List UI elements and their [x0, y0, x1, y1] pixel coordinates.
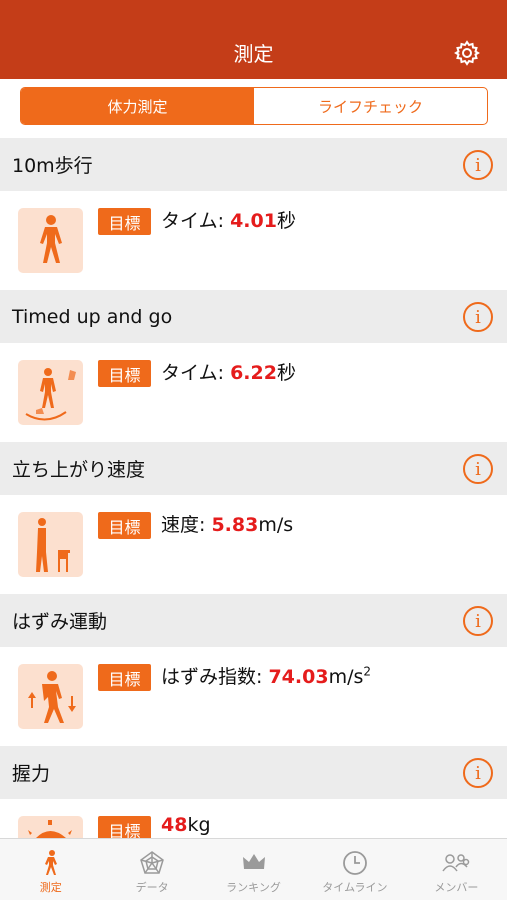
target-badge: 目標: [98, 208, 151, 235]
section-header-10m-walk: 10m歩行 i: [0, 138, 507, 191]
tab-ranking[interactable]: ランキング: [203, 839, 304, 900]
section-title: 10m歩行: [12, 155, 93, 177]
clock-icon: [343, 851, 367, 875]
target-badge: 目標: [98, 360, 151, 387]
person-standing-chair-icon: [18, 512, 83, 577]
section-row-bounce-exercise[interactable]: 目標 はずみ指数: 74.03m/s2: [0, 647, 507, 746]
target-badge: 目標: [98, 664, 151, 691]
section-title: Timed up and go: [12, 305, 173, 328]
tab-data[interactable]: データ: [101, 839, 202, 900]
metric-text: 48kg: [161, 814, 211, 836]
section-header-stand-up-speed: 立ち上がり速度 i: [0, 442, 507, 495]
metric-value: 74.03: [268, 666, 329, 688]
page-title: 測定: [233, 42, 274, 66]
metric-unit: 秒: [276, 210, 296, 232]
gear-icon[interactable]: [454, 40, 480, 66]
info-icon[interactable]: i: [463, 606, 493, 636]
metric-value: 6.22: [230, 362, 277, 384]
metric-text: 速度: 5.83m/s: [161, 510, 293, 537]
tab-label: ランキング: [226, 881, 281, 894]
info-icon[interactable]: i: [463, 150, 493, 180]
bottom-tab-bar: 測定 データ ランキング タイムライン メンバー: [0, 838, 507, 900]
section-header-timed-up-and-go: Timed up and go i: [0, 290, 507, 343]
metric-value: 48: [161, 814, 188, 836]
tab-label: 測定: [39, 881, 62, 894]
section-header-bounce-exercise: はずみ運動 i: [0, 594, 507, 647]
section-title: 立ち上がり速度: [12, 459, 146, 481]
walking-person-icon: [18, 208, 83, 273]
target-badge: 目標: [98, 512, 151, 539]
section-row-timed-up-and-go[interactable]: 目標 タイム: 6.22秒: [0, 343, 507, 442]
metric-unit: 秒: [276, 362, 296, 384]
section-title: はずみ運動: [12, 611, 108, 633]
segment-life-check[interactable]: ライフチェック: [254, 88, 487, 124]
section-row-10m-walk[interactable]: 目標 タイム: 4.01秒: [0, 191, 507, 290]
header-bar: 測定: [0, 0, 507, 79]
tab-label: データ: [135, 881, 169, 894]
metric-unit: kg: [187, 814, 211, 836]
pentagon-chart-icon: [140, 851, 164, 874]
group-icon: [442, 854, 470, 872]
metric-text: タイム: 6.22秒: [161, 358, 296, 385]
metric-value: 5.83: [211, 514, 259, 536]
metric-label: 速度:: [161, 514, 212, 536]
metric-label: タイム:: [161, 362, 231, 384]
metric-label: はずみ指数:: [161, 666, 269, 688]
person-bouncing-icon: [18, 664, 83, 729]
info-icon[interactable]: i: [463, 454, 493, 484]
measurement-segment-control: 体力測定 ライフチェック: [20, 87, 488, 125]
info-icon[interactable]: i: [463, 758, 493, 788]
tab-members[interactable]: メンバー: [406, 839, 507, 900]
measurement-list: 10m歩行 i 目標 タイム: 4.01秒 Timed up and go i …: [0, 138, 507, 898]
tab-label: タイムライン: [322, 881, 388, 894]
metric-value: 4.01: [230, 210, 277, 232]
metric-text: タイム: 4.01秒: [161, 206, 296, 233]
metric-label: タイム:: [161, 210, 231, 232]
info-icon[interactable]: i: [463, 302, 493, 332]
metric-unit: m/s: [328, 666, 364, 688]
person-chair-return-icon: [18, 360, 83, 425]
tab-timeline[interactable]: タイムライン: [304, 839, 405, 900]
metric-text: はずみ指数: 74.03m/s2: [161, 662, 371, 689]
crown-icon: [242, 854, 265, 869]
section-header-grip-strength: 握力 i: [0, 746, 507, 799]
walking-person-icon: [44, 850, 57, 875]
metric-unit-exponent: 2: [363, 664, 372, 679]
tab-measurement[interactable]: 測定: [0, 839, 101, 900]
metric-unit: m/s: [258, 514, 294, 536]
section-title: 握力: [12, 763, 51, 785]
section-row-stand-up-speed[interactable]: 目標 速度: 5.83m/s: [0, 495, 507, 594]
segment-physical-test[interactable]: 体力測定: [21, 88, 254, 124]
tab-label: メンバー: [434, 881, 479, 894]
